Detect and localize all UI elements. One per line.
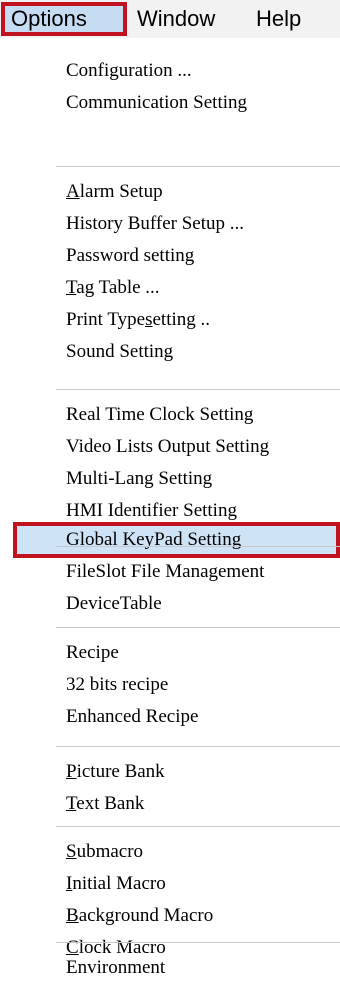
menu-item-password-setting[interactable]: Password setting bbox=[46, 239, 340, 275]
menubar-window[interactable]: Window bbox=[137, 2, 215, 36]
menu-item-label: FileSlot File Management bbox=[66, 561, 265, 582]
menu-item-fileslot-file-management[interactable]: FileSlot File Management bbox=[46, 555, 340, 591]
menu-item-video-lists-output-setting[interactable]: Video Lists Output Setting bbox=[46, 430, 340, 466]
menu-item-label: Environment bbox=[66, 957, 166, 978]
menu-separator bbox=[56, 826, 340, 827]
menu-item-history-buffer-setup[interactable]: History Buffer Setup ... bbox=[46, 207, 340, 243]
menu-item-label: Text Bank bbox=[66, 793, 145, 814]
menu-separator bbox=[56, 627, 340, 628]
menu-item-label: Communication Setting bbox=[66, 92, 248, 113]
menu-item-label: Configuration ... bbox=[66, 60, 192, 81]
menu-item-label: Enhanced Recipe bbox=[66, 706, 199, 727]
menu-item-tag-table[interactable]: Tag Table ... bbox=[46, 271, 340, 307]
menu-item-enhanced-recipe[interactable]: Enhanced Recipe bbox=[46, 700, 340, 736]
menu-item-label: Submacro bbox=[66, 841, 144, 862]
menu-item-submacro[interactable]: Submacro bbox=[46, 835, 340, 871]
menu-item-label: 32 bits recipe bbox=[66, 674, 169, 695]
menu-item-label: Password setting bbox=[66, 245, 195, 266]
menu-item-label: Real Time Clock Setting bbox=[66, 404, 254, 425]
menu-separator bbox=[56, 746, 340, 747]
menu-item-alarm-setup[interactable]: Alarm Setup bbox=[46, 175, 340, 211]
menu-item-devicetable[interactable]: DeviceTable bbox=[46, 587, 340, 623]
options-dropdown-menu: Configuration ... Communication Setting Al… bbox=[13, 38, 340, 1006]
menu-separator bbox=[56, 389, 340, 390]
menu-item-label: Picture Bank bbox=[66, 761, 165, 782]
menu-item-label: Initial Macro bbox=[66, 873, 166, 894]
menu-item-label: Sound Setting bbox=[66, 341, 174, 362]
menu-item-label: Print Typesetting .. bbox=[66, 309, 211, 330]
menu-item-text-bank[interactable]: Text Bank bbox=[46, 787, 340, 823]
menu-item-label: Video Lists Output Setting bbox=[66, 436, 270, 457]
menu-item-label: History Buffer Setup ... bbox=[66, 213, 245, 234]
menu-separator bbox=[56, 166, 340, 167]
menu-separator bbox=[56, 546, 340, 547]
menu-item-label: Background Macro bbox=[66, 905, 214, 926]
menu-item-label: Recipe bbox=[66, 642, 119, 663]
menu-item-environment[interactable]: Environment bbox=[46, 951, 340, 987]
menu-item-recipe[interactable]: Recipe bbox=[46, 636, 340, 672]
menu-item-global-keypad-setting[interactable]: Global KeyPad Setting bbox=[13, 522, 340, 558]
menu-item-initial-macro[interactable]: Initial Macro bbox=[46, 867, 340, 903]
menu-bar: Options Window Help bbox=[0, 0, 340, 39]
menu-item-picture-bank[interactable]: Picture Bank bbox=[46, 755, 340, 791]
menu-item-print-typesetting[interactable]: Print Typesetting .. bbox=[46, 303, 340, 339]
menu-item-sound-setting[interactable]: Sound Setting bbox=[46, 335, 340, 371]
menu-item-label: DeviceTable bbox=[66, 593, 162, 614]
menu-item-label: Global KeyPad Setting bbox=[66, 529, 242, 550]
menu-item-multi-lang-setting[interactable]: Multi-Lang Setting bbox=[46, 462, 340, 498]
menu-item-communication-setting[interactable]: Communication Setting bbox=[46, 86, 340, 122]
menu-item-label: HMI Identifier Setting bbox=[66, 500, 237, 521]
menu-item-32-bits-recipe[interactable]: 32 bits recipe bbox=[46, 668, 340, 704]
menu-item-label: Multi-Lang Setting bbox=[66, 468, 213, 489]
menu-item-label: Alarm Setup bbox=[66, 181, 163, 202]
menu-item-configuration[interactable]: Configuration ... bbox=[46, 54, 340, 90]
menu-separator bbox=[56, 942, 340, 943]
menubar-help[interactable]: Help bbox=[256, 2, 301, 36]
menubar-options[interactable]: Options bbox=[1, 2, 127, 36]
menu-item-real-time-clock-setting[interactable]: Real Time Clock Setting bbox=[46, 398, 340, 434]
menu-item-label: Tag Table ... bbox=[66, 277, 160, 298]
menu-item-background-macro[interactable]: Background Macro bbox=[46, 899, 340, 935]
